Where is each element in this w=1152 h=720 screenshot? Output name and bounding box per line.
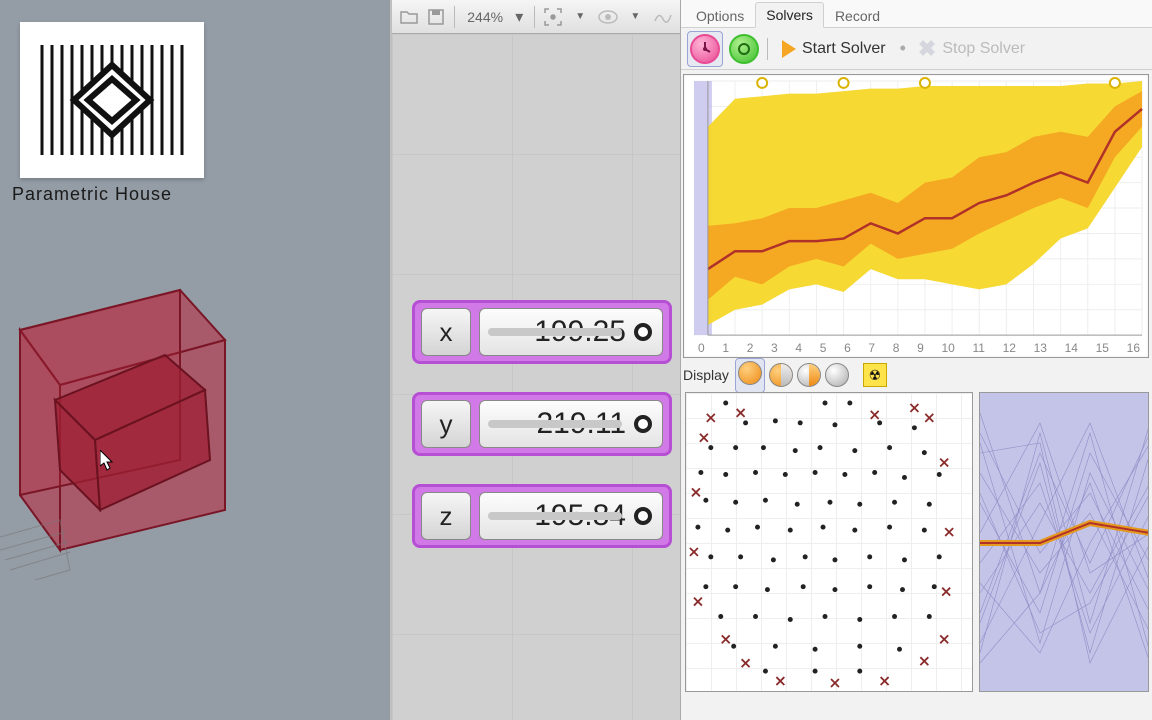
display-mode-2[interactable] (769, 363, 793, 387)
sketch-icon[interactable] (652, 5, 674, 29)
slider-field[interactable]: 219.11 (479, 400, 663, 448)
grasshopper-canvas[interactable]: 244% ▾ ▼ ▼ x 199.25 y 219.11 (390, 0, 680, 720)
number-slider-y[interactable]: y 219.11 (412, 392, 672, 456)
view-icon[interactable] (597, 5, 619, 29)
slider-label: x (421, 308, 471, 356)
display-toolbar: Display ☢ (683, 360, 887, 390)
stop-solver-button: ✖ Stop Solver (912, 32, 1031, 66)
tab-options[interactable]: Options (685, 3, 755, 28)
population-scatter[interactable] (685, 392, 973, 692)
output-port[interactable] (634, 323, 652, 341)
stop-icon: ✖ (918, 36, 936, 62)
fitness-chart[interactable]: 012345678910111213141516 (683, 74, 1149, 358)
solver-panel: Options Solvers Record Start Solver • ✖ … (680, 0, 1152, 720)
x-axis-ticks: 012345678910111213141516 (698, 341, 1148, 355)
viewport-3d[interactable]: Parametric House (0, 0, 390, 720)
output-port[interactable] (634, 415, 652, 433)
slider-field[interactable]: 195.84 (479, 492, 663, 540)
slider-label: z (421, 492, 471, 540)
solver-toolbar: Start Solver • ✖ Stop Solver (681, 28, 1152, 70)
display-mode-1[interactable] (738, 361, 762, 385)
number-slider-z[interactable]: z 195.84 (412, 484, 672, 548)
chevron-down-icon[interactable]: ▼ (570, 5, 591, 29)
open-icon[interactable] (398, 5, 419, 29)
output-port[interactable] (634, 507, 652, 525)
save-icon[interactable] (425, 5, 446, 29)
logo-caption: Parametric House (12, 184, 172, 205)
3d-object (0, 260, 260, 580)
tabs: Options Solvers Record (681, 0, 1152, 28)
display-label: Display (683, 367, 729, 383)
chevron-down-icon[interactable]: ▼ (625, 5, 646, 29)
cursor-icon (100, 450, 116, 472)
start-solver-dropdown[interactable]: • (900, 38, 906, 59)
slider-field[interactable]: 199.25 (479, 308, 663, 356)
solver-mode-button[interactable] (690, 34, 720, 64)
hazard-icon[interactable]: ☢ (863, 363, 887, 387)
zoom-dropdown-icon[interactable]: ▾ (513, 5, 525, 29)
number-slider-x[interactable]: x 199.25 (412, 300, 672, 364)
start-solver-button[interactable]: Start Solver (776, 36, 892, 62)
solver-mode-button-2[interactable] (729, 34, 759, 64)
zoom-extents-icon[interactable] (542, 5, 563, 29)
display-mode-4[interactable] (825, 363, 849, 387)
slider-label: y (421, 400, 471, 448)
canvas-toolbar: 244% ▾ ▼ ▼ (392, 0, 680, 34)
logo (20, 22, 204, 178)
zoom-level[interactable]: 244% (467, 9, 503, 25)
display-mode-3[interactable] (797, 363, 821, 387)
tab-record[interactable]: Record (824, 3, 891, 28)
play-icon (782, 40, 796, 58)
stop-solver-label: Stop Solver (942, 40, 1025, 58)
start-solver-label: Start Solver (802, 40, 886, 58)
tab-solvers[interactable]: Solvers (755, 2, 824, 28)
parallel-coords[interactable] (979, 392, 1149, 692)
